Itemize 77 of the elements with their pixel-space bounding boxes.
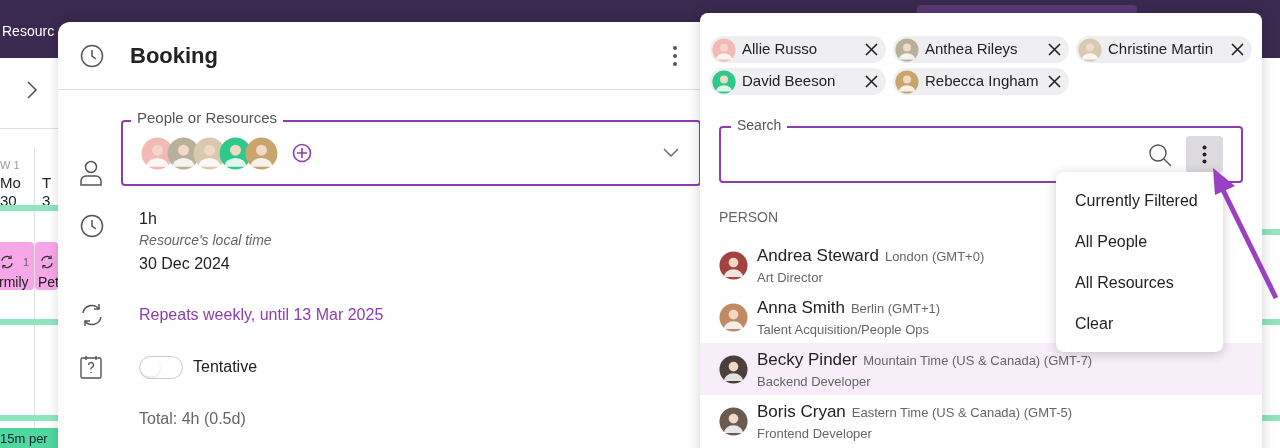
day-name: T — [42, 173, 52, 193]
calendar-event[interactable] — [35, 242, 58, 290]
more-options-icon[interactable] — [672, 44, 678, 67]
timezone-text: Berlin (GMT+1) — [850, 300, 941, 319]
section-heading: PERSON — [719, 209, 779, 225]
more-options-icon[interactable] — [1202, 145, 1207, 164]
week-label: W 1 — [0, 158, 20, 173]
avatar — [719, 250, 748, 280]
event-label: Pet — [38, 273, 59, 292]
total-text: Total: 4h (0.5d) — [139, 410, 246, 427]
date-text: 30 Dec 2024 — [139, 254, 231, 274]
avatar — [719, 354, 748, 384]
avatar — [1078, 37, 1102, 62]
person-row[interactable]: Becky Pinder Mountain Time (US & Canada) (GMT-7) Backend Developer — [700, 343, 1262, 395]
timezone-text: London (GMT+0) — [884, 248, 985, 267]
calendar-event[interactable] — [0, 242, 34, 290]
avatar — [719, 406, 748, 436]
person-row[interactable]: Boris Cryan Eastern Time (US & Canada) (GMT-5) Frontend Developer — [700, 395, 1262, 447]
tentative-toggle[interactable] — [139, 355, 183, 379]
avatar — [895, 69, 919, 94]
duration-text: 1h — [139, 209, 158, 229]
chip-label: Anthea Rileys — [925, 39, 1018, 60]
availability-bar — [1262, 415, 1280, 421]
day-name: Mo — [0, 173, 21, 193]
clock-icon — [80, 214, 104, 238]
timezone-text: Mountain Time (US & Canada) (GMT-7) — [863, 352, 1093, 371]
person-icon — [80, 160, 102, 186]
chip-label: Allie Russo — [742, 39, 818, 60]
menu-item[interactable]: Currently Filtered — [1075, 190, 1223, 212]
event-count: 1 — [23, 255, 30, 270]
person-chip[interactable]: Allie Russo — [710, 36, 886, 63]
close-icon[interactable] — [1048, 43, 1061, 56]
person-name: Becky Pinder — [757, 349, 858, 372]
add-icon[interactable] — [292, 143, 312, 163]
panel-title: Booking — [130, 42, 218, 70]
timezone-text: Eastern Time (US & Canada) (GMT-5) — [851, 404, 1073, 423]
menu-item[interactable]: Clear — [1075, 313, 1223, 335]
avatar — [712, 37, 736, 62]
person-name: Boris Cryan — [757, 401, 846, 424]
role-text: Art Director — [757, 268, 824, 287]
search-icon[interactable] — [1148, 142, 1172, 167]
chevron-down-icon[interactable] — [663, 148, 679, 158]
toggle-label: Tentative — [193, 357, 258, 377]
clock-icon — [80, 43, 104, 68]
event-label: rmily — [0, 273, 29, 292]
close-icon[interactable] — [1231, 43, 1244, 56]
menu-item[interactable]: All Resources — [1075, 272, 1223, 294]
chip-label: David Beeson — [742, 71, 836, 92]
close-icon[interactable] — [865, 43, 878, 56]
availability-bar — [1262, 229, 1280, 235]
calendar-question-icon — [80, 355, 102, 379]
repeat-icon — [80, 303, 104, 327]
chip-label: Christine Martin — [1108, 39, 1214, 60]
person-chip[interactable]: Rebecca Ingham — [893, 68, 1069, 95]
avatar — [719, 302, 748, 332]
app-title: Resourc — [2, 22, 55, 41]
close-icon[interactable] — [1048, 75, 1061, 88]
person-chip[interactable]: Christine Martin — [1076, 36, 1252, 63]
chip-label: Rebecca Ingham — [925, 71, 1039, 92]
avatar — [712, 69, 736, 94]
availability-bar — [1262, 319, 1280, 325]
more-options-button[interactable] — [1186, 136, 1223, 173]
repeat-icon — [40, 255, 54, 269]
repeat-icon — [0, 255, 14, 269]
repeat-link[interactable]: Repeats weekly, until 13 Mar 2025 — [139, 303, 384, 327]
person-chip[interactable]: Anthea Rileys — [893, 36, 1069, 63]
time-note: Resource's local time — [139, 231, 272, 250]
role-text: Talent Acquisition/People Ops — [757, 320, 930, 339]
role-text: Frontend Developer — [757, 424, 873, 443]
calendar-event[interactable]: 15m per — [0, 428, 58, 448]
person-name: Andrea Steward — [757, 245, 879, 268]
avatar — [895, 37, 919, 62]
avatar — [245, 136, 278, 170]
close-icon[interactable] — [865, 75, 878, 88]
role-text: Backend Developer — [757, 372, 872, 391]
person-name: Anna Smith — [757, 297, 845, 320]
person-chip[interactable]: David Beeson — [710, 68, 886, 95]
